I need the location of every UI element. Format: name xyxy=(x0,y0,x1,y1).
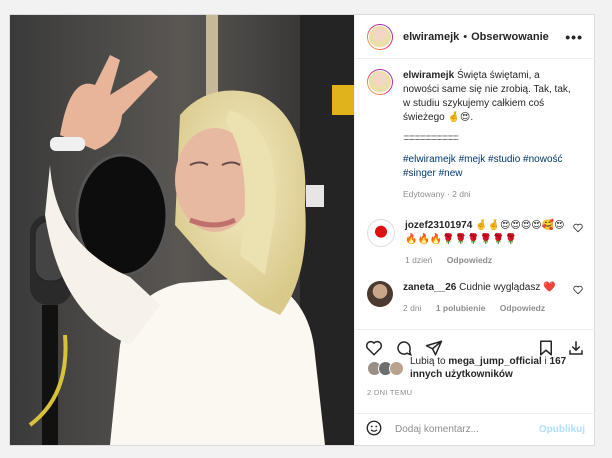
caption: elwiramejk Święta świętami, a nowości sa… xyxy=(367,69,583,201)
more-options-icon[interactable]: ••• xyxy=(565,29,583,45)
comment-username[interactable]: zaneta__26 xyxy=(403,282,456,293)
comment-likes[interactable]: 1 polubienie xyxy=(436,303,486,313)
comments-section: elwiramejk Święta świętami, a nowości sa… xyxy=(355,59,595,329)
add-comment-bar: Dodaj komentarz... Opublikuj xyxy=(355,413,595,445)
caption-avatar[interactable] xyxy=(367,69,393,95)
likes-prefix: Lubią to xyxy=(410,356,446,367)
post-photo[interactable] xyxy=(10,15,354,445)
caption-hashtags[interactable]: #elwiramejk #mejk #studio #nowość #singe… xyxy=(403,153,573,181)
caption-username[interactable]: elwiramejk xyxy=(403,70,454,81)
emoji-icon[interactable] xyxy=(365,419,383,440)
post-photo-illustration xyxy=(10,15,354,445)
liker-avatar xyxy=(389,361,404,376)
comment-reply-button[interactable]: Odpowiedz xyxy=(500,303,545,313)
commenter-avatar[interactable] xyxy=(367,281,393,307)
likes-summary: Lubią to mega_jump_official i 167 innych… xyxy=(367,355,585,381)
comment-reply-button[interactable]: Odpowiedz xyxy=(447,255,492,265)
share-icon[interactable] xyxy=(425,339,443,357)
comment-item: jozef23101974 🤞🤞😍😍😍😍🥰😍🔥🔥🔥🌹🌹🌹🌹🌹🌹 1 dzień … xyxy=(367,219,583,267)
author-username[interactable]: elwiramejk xyxy=(403,31,459,43)
caption-dots: ::::::::::::::::::::::::::::::::::::::::… xyxy=(403,133,459,142)
comment-icon[interactable] xyxy=(395,339,413,357)
likes-user[interactable]: mega_jump_official xyxy=(448,356,541,367)
comment-like-icon[interactable] xyxy=(573,281,583,315)
following-button[interactable]: Obserwowanie xyxy=(471,31,549,43)
caption-meta: Edytowany · 2 dni xyxy=(403,189,471,199)
likes-mid: i xyxy=(544,356,547,367)
post-sidebar: elwiramejk • Obserwowanie ••• elwiramejk… xyxy=(354,15,595,445)
post-time-ago: 2 DNI TEMU xyxy=(367,388,413,397)
comment-item: zaneta__26 Cudnie wyglądasz ❤️ 2 dni 1 p… xyxy=(367,281,583,315)
bookmark-icon[interactable] xyxy=(537,339,555,357)
comment-text: Cudnie wyglądasz ❤️ xyxy=(459,282,556,293)
comment-time: 2 dni xyxy=(403,303,422,313)
download-icon[interactable] xyxy=(567,339,585,357)
author-avatar[interactable] xyxy=(367,23,393,50)
commenter-avatar[interactable] xyxy=(367,219,395,247)
separator-dot: • xyxy=(463,30,468,43)
publish-button[interactable]: Opublikuj xyxy=(539,424,585,435)
comment-input[interactable]: Dodaj komentarz... xyxy=(395,424,479,435)
post-header: elwiramejk • Obserwowanie ••• xyxy=(355,15,595,59)
post-card: elwiramejk • Obserwowanie ••• elwiramejk… xyxy=(9,14,595,446)
comment-username[interactable]: jozef23101974 xyxy=(405,220,472,231)
comment-like-icon[interactable] xyxy=(573,219,583,267)
comment-time: 1 dzień xyxy=(405,255,433,265)
like-icon[interactable] xyxy=(365,339,383,357)
